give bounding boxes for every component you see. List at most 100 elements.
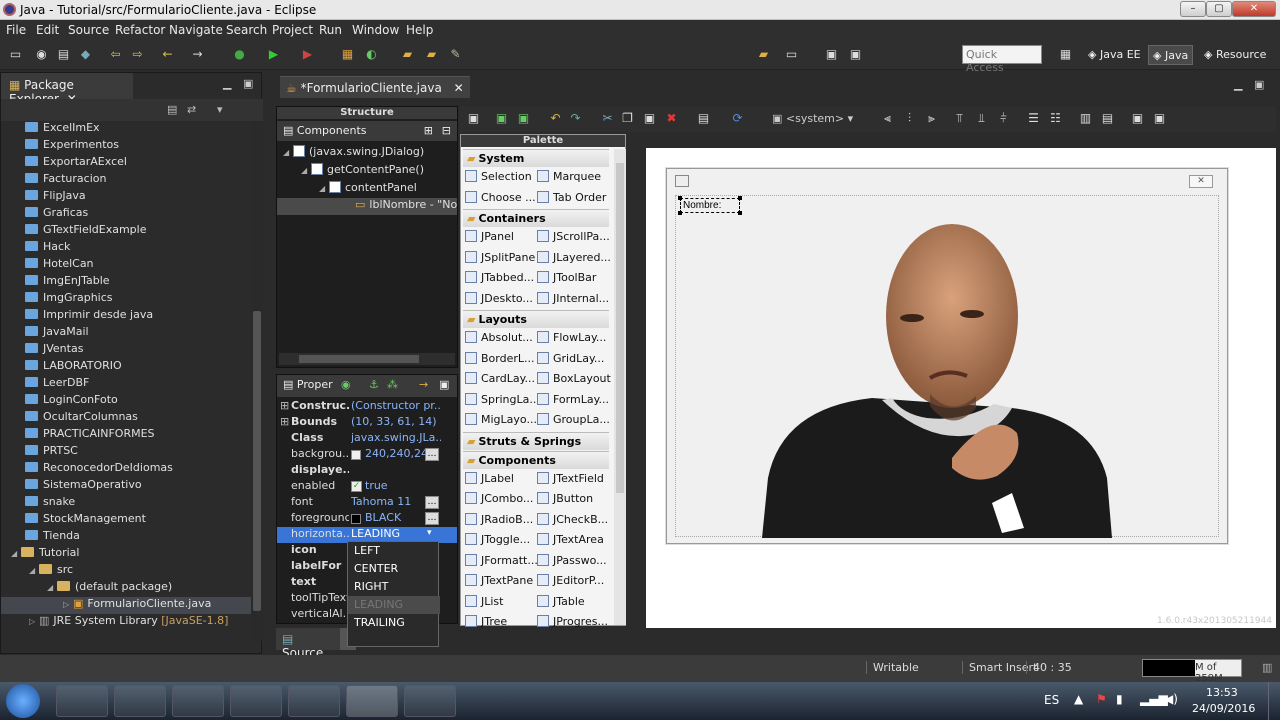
project-item[interactable]: PRTSC [25, 444, 78, 461]
ellipsis-button[interactable]: … [425, 496, 439, 509]
project-item[interactable]: PRACTICAINFORMES [25, 427, 155, 444]
expand-all-icon[interactable]: ⊞ [424, 124, 433, 137]
perspective-resource[interactable]: ◈ Resource [1200, 45, 1270, 65]
clock-time[interactable]: 13:53 [1206, 686, 1238, 699]
align-left-icon[interactable]: ⫷ [880, 111, 895, 126]
same-width-icon[interactable]: ☰ [1026, 111, 1041, 126]
align-top-icon[interactable]: ⫪ [952, 111, 967, 126]
project-item[interactable]: JVentas [25, 342, 83, 359]
project-item[interactable]: StockManagement [25, 512, 146, 529]
project-item[interactable]: LoginConFoto [25, 393, 118, 410]
resize-handle[interactable] [678, 196, 682, 200]
show-events-icon[interactable]: ◉ [341, 378, 351, 391]
project-item[interactable]: GTextFieldExample [25, 223, 147, 240]
palette-item[interactable]: JCheckB... [537, 512, 608, 532]
option-left[interactable]: LEFT [348, 542, 440, 560]
property-value[interactable]: javax.swing.JLa... [351, 431, 441, 444]
palette-item[interactable]: JLayered... [537, 250, 611, 270]
copy-icon[interactable]: ❐ [620, 111, 635, 126]
palette-scrollbar[interactable] [614, 149, 626, 625]
node-jdialog[interactable]: ◢ (javax.swing.JDialog) [283, 145, 424, 162]
add-component-icon[interactable]: ▣ [494, 111, 509, 126]
collapse-all-icon[interactable]: ▤ [167, 103, 177, 116]
palette-item[interactable]: JProgres... [537, 615, 608, 634]
project-item[interactable]: Graficas [25, 206, 88, 223]
minimize-view-icon[interactable]: ▁ [223, 77, 231, 90]
expand-arrow-icon[interactable]: ▷ [29, 617, 39, 626]
option-center[interactable]: CENTER [348, 560, 440, 578]
open-perspective-icon[interactable]: ▦ [1058, 47, 1073, 62]
project-item[interactable]: ExportarAExcel [25, 155, 127, 172]
menu-edit[interactable]: Edit [36, 23, 59, 37]
resize-handle[interactable] [738, 196, 742, 200]
project-item[interactable]: SistemaOperativo [25, 478, 142, 495]
enabled-checkbox[interactable]: ✓ [351, 481, 362, 492]
palette-item[interactable]: Marquee [537, 170, 601, 189]
tool-icon[interactable] [404, 685, 456, 717]
project-item[interactable]: ReconocedorDeIdiomas [25, 461, 173, 478]
ellipsis-button[interactable]: … [425, 512, 439, 525]
file-formulario-cliente[interactable]: ▷ ▣ FormularioCliente.java [1, 597, 251, 614]
palette-category[interactable]: ▰ Containers [463, 209, 609, 227]
menu-window[interactable]: Window [352, 23, 399, 37]
property-row[interactable]: enabled ✓ true [277, 479, 457, 495]
project-item[interactable]: Experimentos [25, 138, 119, 155]
expand-arrow-icon[interactable]: ◢ [11, 549, 21, 558]
option-trailing[interactable]: TRAILING [348, 614, 440, 632]
project-item[interactable]: Imprimir desde java [25, 308, 153, 325]
content-panel[interactable]: Nombre: [675, 195, 1219, 538]
project-tutorial[interactable]: ◢ Tutorial [11, 546, 79, 563]
node-lbl-nombre[interactable]: ▭ lblNombre - "No [277, 198, 457, 215]
palette-item[interactable]: SpringLa... [465, 392, 540, 412]
palette-item[interactable]: JTabbed... [465, 271, 534, 290]
expand-arrow-icon[interactable]: ▷ [63, 600, 73, 609]
expand-arrow-icon[interactable]: ◢ [29, 566, 39, 575]
palette-item[interactable]: JButton [537, 492, 593, 511]
property-value[interactable]: (Constructor pr... [351, 399, 441, 412]
next-annotation-icon[interactable]: ⇦ [108, 47, 123, 62]
project-item[interactable]: OcultarColumnas [25, 410, 138, 427]
open-type-icon[interactable]: ▰ [400, 47, 415, 62]
palette-item[interactable]: JToolBar [537, 271, 596, 290]
palette-item[interactable]: FlowLay... [537, 331, 606, 350]
jre-library[interactable]: ▷ ▥ JRE System Library [JavaSE-1.8] [29, 614, 228, 631]
palette-item[interactable]: JDeskto... [465, 291, 533, 311]
menu-file[interactable]: File [6, 23, 26, 37]
network-error-icon[interactable]: ⚑ [1096, 692, 1107, 706]
src-folder[interactable]: ◢ src [29, 563, 73, 580]
toolbar-new-icon[interactable]: ▭ [784, 47, 799, 62]
palette-item[interactable]: JEditorP... [537, 574, 604, 593]
palette-category[interactable]: ▰ Layouts [463, 310, 609, 328]
open-folder-icon[interactable]: ▰ [424, 47, 439, 62]
align-bottom-icon[interactable]: ⫩ [996, 111, 1011, 126]
option-right[interactable]: RIGHT [348, 578, 440, 596]
maximize-button[interactable]: ▢ [1206, 1, 1232, 17]
palette-item[interactable]: JLabel [465, 471, 514, 491]
project-item[interactable]: snake [25, 495, 75, 512]
project-item[interactable]: ImgEnJTable [25, 274, 110, 291]
link-editor-icon[interactable]: ⇄ [187, 103, 196, 116]
perspective-java-ee[interactable]: ◈ Java EE [1084, 45, 1145, 65]
expand-arrow-icon[interactable]: ◢ [47, 583, 57, 592]
view-menu-icon[interactable]: ▾ [217, 103, 223, 116]
toolbar-saveall-icon[interactable]: ▣ [848, 47, 863, 62]
scrollbar-thumb[interactable] [253, 311, 261, 611]
palette-item[interactable]: JList [465, 594, 503, 614]
jdialog-frame[interactable]: ✕ Nombre: [666, 168, 1228, 544]
palette-item[interactable]: Choose ... [465, 190, 536, 210]
package-explorer-tab[interactable]: ▦ Package Explorer ✕ [1, 73, 133, 106]
palette-item[interactable]: JSplitPane [465, 250, 535, 270]
palette-item[interactable]: FormLay... [537, 392, 609, 412]
project-item[interactable]: Tienda [25, 529, 80, 546]
cut-icon[interactable]: ✂ [600, 111, 615, 126]
show-desktop-button[interactable] [1268, 682, 1280, 720]
start-button[interactable] [6, 684, 40, 718]
project-item[interactable]: ExcelImEx [25, 121, 100, 138]
palette-item[interactable]: Tab Order [537, 190, 606, 210]
file-explorer-icon[interactable] [288, 685, 340, 717]
same-height-icon[interactable]: ☷ [1048, 111, 1063, 126]
node-content-panel[interactable]: ◢ contentPanel [319, 181, 417, 198]
minimize-button[interactable]: – [1180, 1, 1206, 17]
align-right-icon[interactable]: ⫸ [924, 111, 939, 126]
debug-icon[interactable]: ◆ [78, 47, 93, 62]
